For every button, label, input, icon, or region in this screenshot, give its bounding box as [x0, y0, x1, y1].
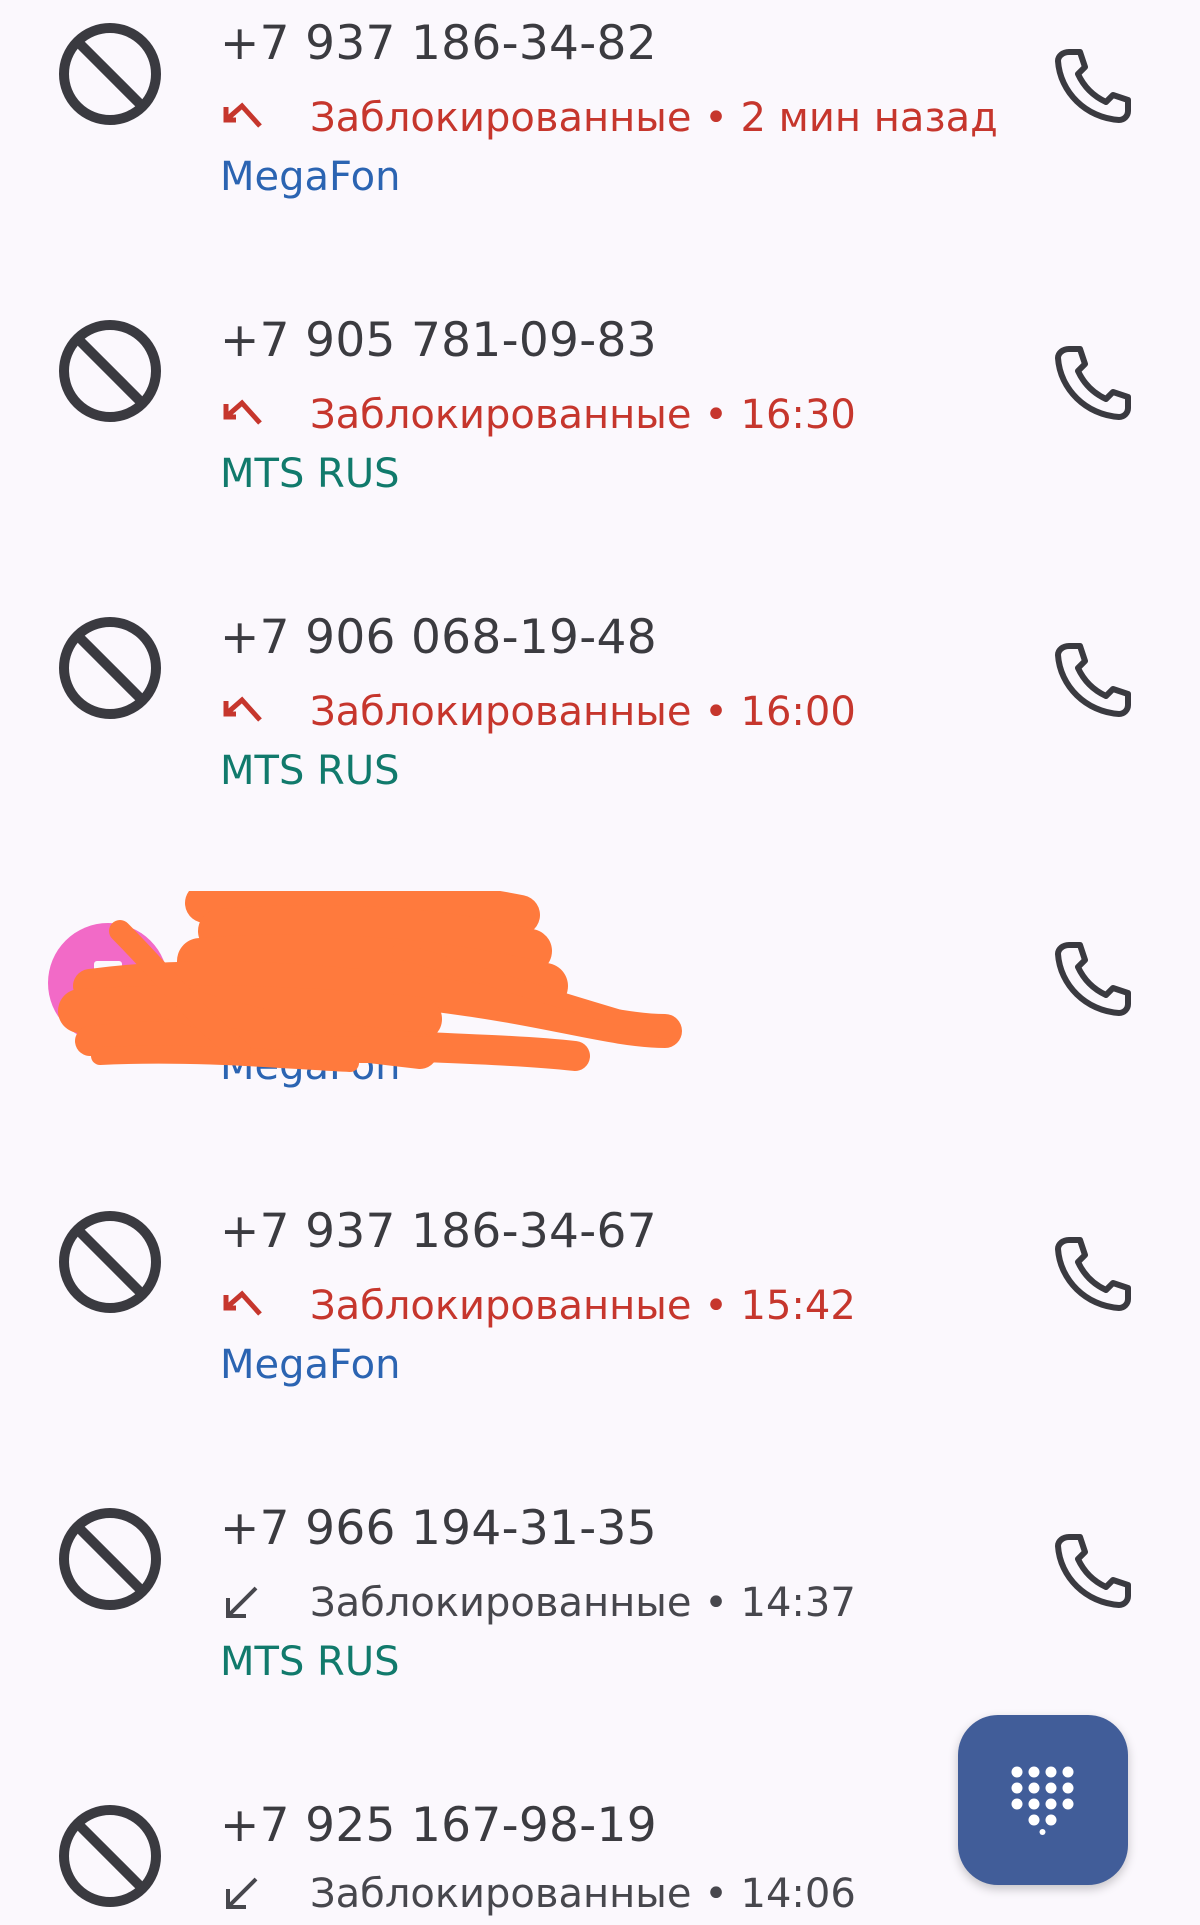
missed-call-arrow-icon — [220, 397, 268, 433]
blocked-icon — [56, 614, 164, 722]
phone-icon — [1055, 942, 1131, 1016]
call-back-button[interactable] — [1040, 628, 1136, 724]
carrier-label: MTS RUS — [220, 748, 400, 794]
status-separator: • — [704, 689, 728, 735]
incoming-call-arrow-icon — [220, 1585, 268, 1621]
call-back-button[interactable] — [1040, 331, 1136, 427]
dialpad-icon — [1011, 1766, 1074, 1835]
call-back-button[interactable] — [1040, 1519, 1136, 1615]
status-separator: • — [704, 392, 728, 438]
call-time: 16:00 — [740, 689, 856, 735]
blocked-icon — [56, 20, 164, 128]
call-log-item[interactable]: +7 937 186-34-67 Заблокированные • 15:42… — [0, 1188, 1200, 1484]
call-time: 2 мин назад — [740, 95, 998, 141]
blocked-icon — [56, 1505, 164, 1613]
call-status: Заблокированные • 16:30 — [220, 385, 856, 445]
missed-call-arrow-icon — [220, 1288, 268, 1324]
call-status: Заблокированные • 14:37 — [220, 1573, 856, 1633]
status-label: Заблокированные — [310, 1871, 692, 1917]
phone-number: +7 966 194-31-35 — [220, 1501, 657, 1556]
carrier-label: MegaFon — [220, 154, 401, 200]
call-status: Заблокированные • 2 мин назад — [220, 88, 998, 148]
phone-number: +7 925 167-98-19 — [220, 1798, 657, 1853]
phone-icon — [1055, 49, 1131, 123]
call-status: Заблокированные • 15:42 — [220, 1276, 856, 1336]
call-time: 15:42 — [740, 1283, 856, 1329]
status-separator: • — [704, 95, 728, 141]
phone-number: +7 937 186-34-82 — [220, 16, 657, 71]
phone-number: +7 905 781-09-83 — [220, 313, 657, 368]
incoming-call-arrow-icon — [220, 1876, 268, 1912]
blocked-icon — [56, 1802, 164, 1910]
status-separator: • — [704, 1871, 728, 1917]
call-log-item[interactable]: MegaFon — [0, 891, 1200, 1187]
blocked-icon — [56, 317, 164, 425]
carrier-label: MegaFon — [220, 1043, 401, 1089]
phone-number: +7 937 186-34-67 — [220, 1204, 657, 1259]
call-time: 14:37 — [740, 1580, 856, 1626]
blocked-icon — [56, 1208, 164, 1316]
redaction-scribble — [58, 891, 682, 1072]
status-label: Заблокированные — [310, 95, 692, 141]
call-back-button[interactable] — [1040, 34, 1136, 130]
call-status: Заблокированные • 16:00 — [220, 682, 856, 742]
contact-avatar — [48, 923, 168, 1043]
missed-call-arrow-icon — [220, 100, 268, 136]
call-log-item[interactable]: +7 905 781-09-83 Заблокированные • 16:30… — [0, 297, 1200, 593]
status-label: Заблокированные — [310, 392, 692, 438]
phone-icon — [1055, 1237, 1131, 1311]
phone-number: +7 906 068-19-48 — [220, 610, 657, 665]
carrier-label: MegaFon — [220, 1342, 401, 1388]
call-time: 14:06 — [740, 1871, 856, 1917]
missed-call-arrow-icon — [220, 694, 268, 730]
carrier-label: MTS RUS — [220, 1639, 400, 1685]
call-log-list: +7 937 186-34-82 Заблокированные • 2 мин… — [0, 0, 1200, 1925]
call-log-item[interactable]: +7 937 186-34-82 Заблокированные • 2 мин… — [0, 0, 1200, 296]
status-separator: • — [704, 1580, 728, 1626]
status-label: Заблокированные — [310, 689, 692, 735]
dialpad-button[interactable] — [958, 1715, 1128, 1885]
phone-icon — [1055, 643, 1131, 717]
phone-icon — [1055, 1534, 1131, 1608]
call-status: Заблокированные • 14:06 — [220, 1864, 856, 1924]
carrier-label: MTS RUS — [220, 451, 400, 497]
status-label: Заблокированные — [310, 1283, 692, 1329]
call-log-item[interactable]: +7 906 068-19-48 Заблокированные • 16:00… — [0, 594, 1200, 890]
call-back-button[interactable] — [1040, 927, 1136, 1023]
status-label: Заблокированные — [310, 1580, 692, 1626]
call-time: 16:30 — [740, 392, 856, 438]
status-separator: • — [704, 1283, 728, 1329]
phone-icon — [1055, 346, 1131, 420]
call-back-button[interactable] — [1040, 1222, 1136, 1318]
